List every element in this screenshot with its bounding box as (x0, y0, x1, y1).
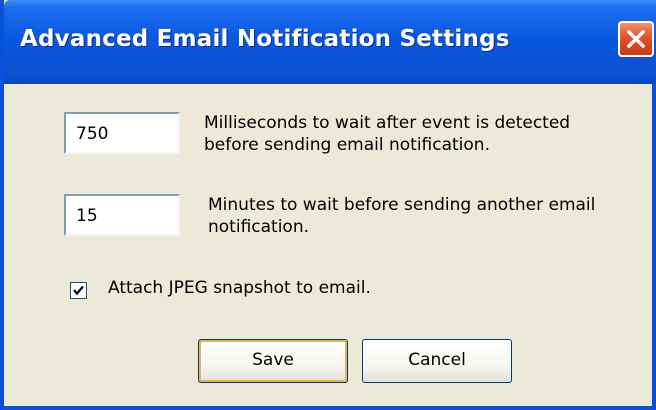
dialog-window: Advanced Email Notification Settings 750… (0, 0, 656, 410)
title-bar[interactable]: Advanced Email Notification Settings (4, 0, 656, 84)
minutes-between-emails-input[interactable]: 15 (64, 194, 180, 236)
dialog-title: Advanced Email Notification Settings (20, 26, 510, 52)
attach-snapshot-checkbox[interactable] (70, 282, 87, 299)
close-icon (627, 30, 645, 48)
wait-after-event-description-line2: before sending email notification. (204, 135, 490, 155)
close-button[interactable] (618, 21, 654, 57)
checkmark-icon (73, 285, 84, 296)
wait-after-event-input[interactable]: 750 (64, 112, 180, 154)
wait-after-event-description-line1: Milliseconds to wait after event is dete… (204, 113, 571, 133)
cancel-button[interactable]: Cancel (362, 339, 512, 383)
attach-snapshot-label[interactable]: Attach JPEG snapshot to email. (108, 278, 371, 298)
minutes-between-emails-description-line2: notification. (208, 217, 310, 237)
wait-after-event-description: Milliseconds to wait after event is dete… (204, 112, 570, 156)
minutes-between-emails-description: Minutes to wait before sending another e… (208, 194, 595, 238)
minutes-between-emails-description-line1: Minutes to wait before sending another e… (208, 195, 596, 215)
save-button[interactable]: Save (198, 339, 348, 383)
